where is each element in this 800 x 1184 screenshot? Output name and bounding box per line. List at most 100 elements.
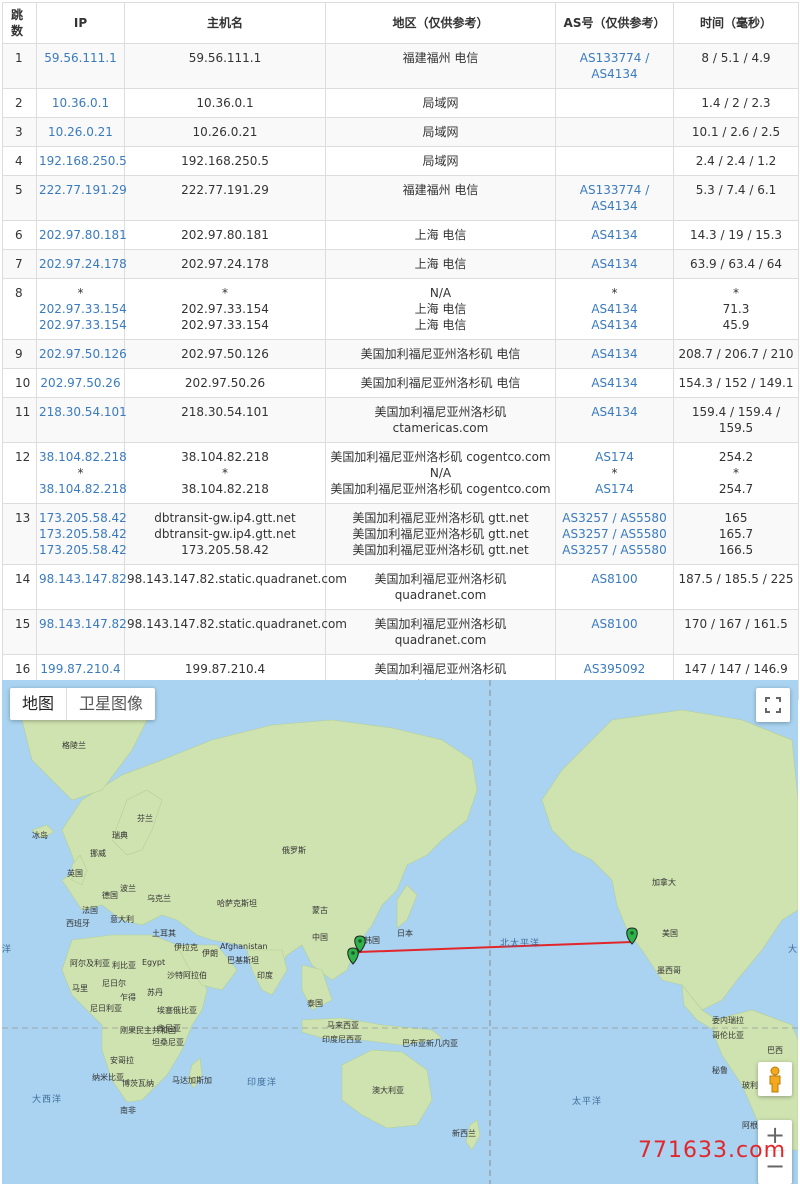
ip-link[interactable]: 10.26.0.21 xyxy=(39,124,122,140)
cell-ip: 218.30.54.101 xyxy=(36,397,127,443)
ip-link[interactable]: 38.104.82.218 xyxy=(39,481,127,497)
cell-ip: 98.143.147.82 xyxy=(36,564,127,610)
as-value[interactable]: AS4134 xyxy=(558,375,671,391)
cell-hop: 6 xyxy=(2,220,37,250)
as-value[interactable]: AS8100 xyxy=(558,616,671,632)
time-line: 2.4 / 2.4 / 1.2 xyxy=(695,154,777,168)
ip-link[interactable]: 202.97.50.26 xyxy=(39,375,122,391)
cell-host: 202.97.50.126 xyxy=(124,339,326,369)
ip-link[interactable]: 10.36.0.1 xyxy=(39,95,122,111)
as-value[interactable]: AS395092 xyxy=(558,661,671,677)
cell-region: 美国加利福尼亚州洛杉矶 cogentco.com N/A 美国加利福尼亚州洛杉矶 c… xyxy=(325,442,556,504)
time-line: 154.3 / 152 / 149.1 xyxy=(678,376,794,390)
route-map[interactable]: 格陵兰 冰岛 俄罗斯 芬兰 瑞典 挪威 英国 波兰 乌克兰 德国 法国 西班牙 意大利 哈萨克斯坦 蒙古 中国… xyxy=(2,680,798,1184)
label-nigeria: 尼日利亚 xyxy=(90,1004,122,1013)
cell-hop: 12 xyxy=(2,442,37,504)
label-ethiopia: 埃塞俄比亚 xyxy=(157,1006,197,1015)
ip-link[interactable]: 202.97.80.181 xyxy=(39,227,127,243)
region-line: 美国加利福尼亚州洛杉矶 xyxy=(374,662,507,676)
map-type-map-button[interactable]: 地图 xyxy=(10,688,66,720)
cell-hop: 3 xyxy=(2,117,37,147)
cell-as: AS4134 xyxy=(555,368,674,398)
host-line: 98.143.147.82.static.quadranet.com xyxy=(127,572,347,586)
label-germany: 德国 xyxy=(102,891,118,900)
region-line: 美国加利福尼亚州洛杉矶 ctamericas.com xyxy=(374,405,507,435)
as-value[interactable]: AS3257 / AS5580 xyxy=(558,510,671,526)
as-value[interactable]: AS174 xyxy=(558,481,671,497)
cell-region: 局域网 xyxy=(325,146,556,176)
map-type-satellite-button[interactable]: 卫星图像 xyxy=(66,688,155,720)
cell-as: AS133774 /AS4134 xyxy=(555,175,674,221)
as-value[interactable]: AS174 xyxy=(558,449,671,465)
as-value[interactable]: AS3257 / AS5580 xyxy=(558,526,671,542)
table-row: 14 98.143.147.82 98.143.147.82.static.quad… xyxy=(2,564,799,610)
ip-link[interactable]: 98.143.147.82 xyxy=(39,571,127,587)
cell-as: AS8100 xyxy=(555,609,674,655)
ip-link[interactable]: 202.97.50.126 xyxy=(39,346,127,362)
ip-link[interactable]: 192.168.250.5 xyxy=(39,153,127,169)
cell-as xyxy=(555,146,674,176)
ip-link[interactable]: 202.97.33.154 xyxy=(39,301,127,317)
ip-link[interactable]: 199.87.210.4 xyxy=(39,661,122,677)
label-norway: 挪威 xyxy=(90,849,106,858)
as-value[interactable]: AS4134 xyxy=(558,317,671,333)
fullscreen-button[interactable] xyxy=(756,688,790,722)
ip-link[interactable]: 173.205.58.42 xyxy=(39,542,127,558)
region-line: N/A xyxy=(429,466,452,480)
time-line: 1.4 / 2 / 2.3 xyxy=(701,96,771,110)
cell-host: 202.97.80.181 xyxy=(124,220,326,250)
cell-ip: 10.26.0.21 xyxy=(36,117,125,147)
ip-link[interactable]: 218.30.54.101 xyxy=(39,404,127,420)
ip-link[interactable]: 59.56.111.1 xyxy=(39,50,122,66)
cell-region: 上海 电信 xyxy=(325,249,556,279)
cell-hop: 8 xyxy=(2,278,37,340)
ip-link[interactable]: 173.205.58.42 xyxy=(39,510,127,526)
region-line: 局域网 xyxy=(422,96,459,110)
cell-host: 98.143.147.82.static.quadranet.com xyxy=(124,564,347,610)
time-line: 254.2 xyxy=(718,450,754,464)
label-colombia: 哥伦比亚 xyxy=(712,1031,744,1040)
as-value[interactable]: AS4134 xyxy=(558,227,671,243)
as-value[interactable]: AS133774 / xyxy=(558,50,671,66)
cell-hop: 1 xyxy=(2,43,37,89)
time-line: * xyxy=(733,286,739,300)
ip-link[interactable]: 38.104.82.218 xyxy=(39,449,127,465)
fullscreen-icon xyxy=(765,697,781,713)
as-value[interactable]: AS4134 xyxy=(558,301,671,317)
label-greenland: 格陵兰 xyxy=(62,741,86,750)
cell-time: 170 / 167 / 161.5 xyxy=(673,609,799,655)
cell-host: 10.26.0.21 xyxy=(124,117,326,147)
table-row: 12 38.104.82.218 * 38.104.82.218 38.104.82.2… xyxy=(2,442,799,504)
ip-link[interactable]: 173.205.58.42 xyxy=(39,526,127,542)
as-value[interactable]: AS4134 xyxy=(558,256,671,272)
as-value[interactable]: AS4134 xyxy=(558,404,671,420)
cell-hop: 13 xyxy=(2,503,37,565)
table-row: 7 202.97.24.178 202.97.24.178 上海 电信 AS4134 63… xyxy=(2,249,799,279)
label-france: 法国 xyxy=(82,906,98,915)
cell-as: AS4134 xyxy=(555,220,674,250)
region-line: 美国加利福尼亚州洛杉矶 电信 xyxy=(360,347,521,361)
region-line: 美国加利福尼亚州洛杉矶 gtt.net xyxy=(352,543,529,557)
time-line: 10.1 / 2.6 / 2.5 xyxy=(691,125,781,139)
as-value[interactable]: AS4134 xyxy=(558,346,671,362)
as-value[interactable]: AS4134 xyxy=(558,198,671,214)
as-value[interactable]: AS3257 / AS5580 xyxy=(558,542,671,558)
ip-link[interactable]: 202.97.24.178 xyxy=(39,256,127,272)
street-view-pegman-button[interactable] xyxy=(758,1062,792,1096)
sea-atlantic-left: 洋 xyxy=(2,945,13,955)
ip-link[interactable]: 98.143.147.82 xyxy=(39,616,127,632)
cell-as: AS4134 xyxy=(555,339,674,369)
cell-ip: 202.97.80.181 xyxy=(36,220,127,250)
label-uk: 英国 xyxy=(67,869,83,878)
as-value[interactable]: AS133774 / xyxy=(558,182,671,198)
region-line: 美国加利福尼亚州洛杉矶 cogentco.com xyxy=(330,482,551,496)
as-value[interactable]: AS4134 xyxy=(558,66,671,82)
cell-as xyxy=(555,88,674,118)
ip-link[interactable]: 202.97.33.154 xyxy=(39,317,127,333)
map-type-control[interactable]: 地图 卫星图像 xyxy=(10,688,156,720)
label-algeria: 阿尔及利亚 xyxy=(70,959,110,968)
as-value[interactable]: AS8100 xyxy=(558,571,671,587)
cell-hop: 10 xyxy=(2,368,37,398)
header-time: 时间（毫秒） xyxy=(673,2,799,44)
ip-link[interactable]: 222.77.191.29 xyxy=(39,182,127,198)
